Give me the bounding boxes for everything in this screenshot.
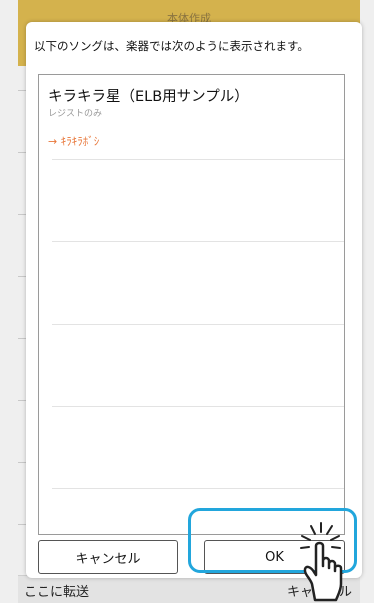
background-cancel-button[interactable]: キャンセル xyxy=(287,581,352,600)
transfer-here-button[interactable]: ここに転送 xyxy=(24,581,89,600)
cancel-button[interactable]: キャンセル xyxy=(38,540,178,574)
ok-button[interactable]: OK xyxy=(204,540,345,574)
song-list: キラキラ星（ELB用サンプル） レジストのみ → ｷﾗｷﾗﾎﾞｼ xyxy=(38,74,345,535)
dialog-message: 以下のソングは、楽器では次のように表示されます。 xyxy=(34,39,309,53)
song-subtitle: レジストのみ xyxy=(48,109,103,119)
list-divider xyxy=(52,159,344,160)
song-title: キラキラ星（ELB用サンプル） xyxy=(48,89,249,105)
converted-song-name: → ｷﾗｷﾗﾎﾞｼ xyxy=(48,135,100,148)
bottom-toolbar: ここに転送 キャンセル xyxy=(18,575,360,603)
list-divider xyxy=(52,406,344,407)
list-divider xyxy=(52,324,344,325)
song-name-dialog: 以下のソングは、楽器では次のように表示されます。 キラキラ星（ELB用サンプル）… xyxy=(26,22,362,578)
list-divider xyxy=(52,488,344,489)
list-divider xyxy=(52,241,344,242)
